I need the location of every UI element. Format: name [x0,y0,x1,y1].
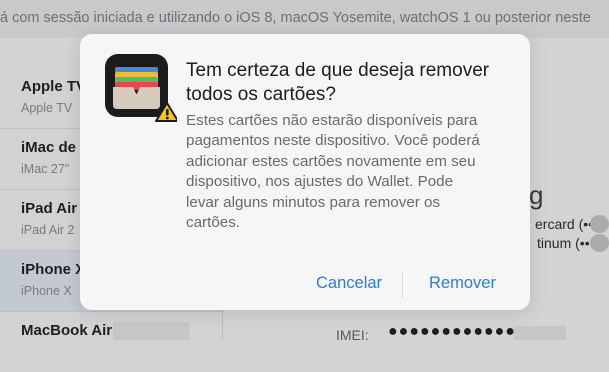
imei-value: ●●●●●●●●●●●●● [388,323,527,340]
button-divider [402,272,403,298]
imei-label: IMEI: [336,327,369,343]
device-name: MacBook Air [21,322,113,339]
wallet-warning-icon [105,54,177,122]
remove-button[interactable]: Remover [429,274,496,293]
card-remove-control-2[interactable] [590,234,609,252]
device-name: iPhone X [21,261,86,278]
device-row-macbook[interactable]: MacBook Air [0,312,222,372]
device-model: iMac 27" [21,162,70,176]
device-name: iPad Air [21,200,78,217]
remove-cards-alert: Tem certeza de que deseja remover todos … [80,34,530,310]
device-model: iPad Air 2 [21,223,75,237]
redacted-block [113,322,189,340]
redacted-block [514,326,566,340]
device-model: iPhone X [21,284,72,298]
device-name: Apple TV [21,78,87,95]
device-name: iMac de [21,139,77,156]
cancel-button[interactable]: Cancelar [316,274,382,293]
device-heading-fragment: g [529,180,544,210]
top-notice-bar: á com sessão iniciada e utilizando o iOS… [0,0,609,38]
alert-message: Estes cartões não estarão disponíveis pa… [186,112,480,232]
card-remove-control-1[interactable] [590,215,609,233]
alert-title: Tem certeza de que deseja remover todos … [186,60,490,105]
device-model: Apple TV [21,101,73,115]
top-notice-text: á com sessão iniciada e utilizando o iOS… [0,10,591,26]
wallet-icon [113,67,177,122]
